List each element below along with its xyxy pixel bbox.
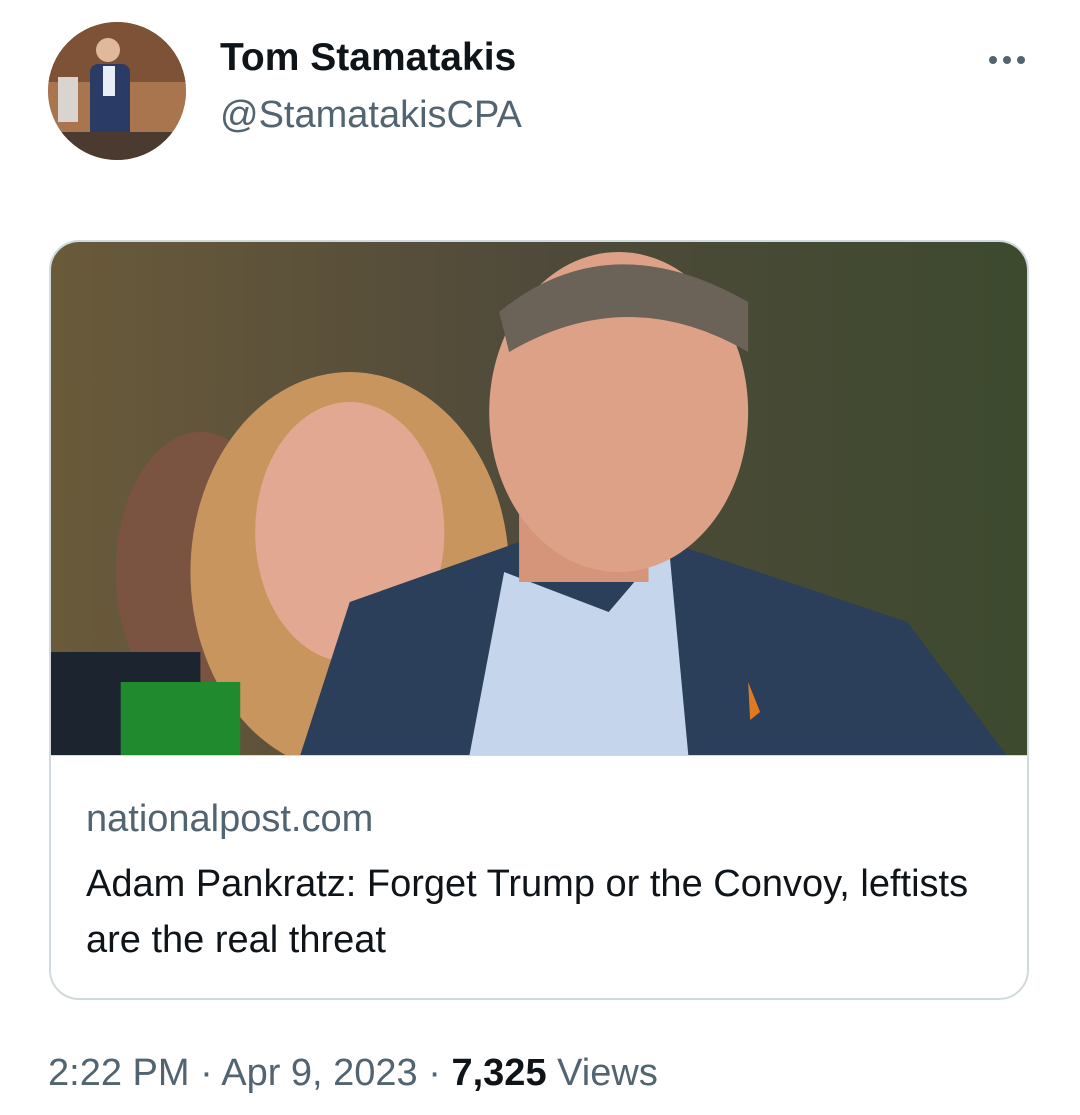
views-label[interactable]: Views <box>557 1052 658 1094</box>
news-photo <box>51 242 1027 756</box>
tweet-date[interactable]: Apr 9, 2023 <box>221 1052 417 1094</box>
avatar[interactable] <box>48 22 186 160</box>
card-divider <box>51 755 1027 756</box>
views-count[interactable]: 7,325 <box>451 1052 546 1094</box>
more-horizontal-icon <box>1017 56 1025 64</box>
link-preview-card[interactable]: nationalpost.com Adam Pankratz: Forget T… <box>49 240 1029 1000</box>
link-card-image <box>51 242 1027 756</box>
link-domain: nationalpost.com <box>86 798 374 840</box>
more-horizontal-icon <box>989 56 997 64</box>
more-horizontal-icon <box>1003 56 1011 64</box>
author-display-name[interactable]: Tom Stamatakis <box>220 36 516 80</box>
author-handle[interactable]: @StamatakisCPA <box>220 94 522 137</box>
meta-separator: · <box>200 1052 213 1094</box>
link-headline: Adam Pankratz: Forget Trump or the Convo… <box>86 863 969 961</box>
meta-separator: · <box>428 1052 441 1094</box>
tweet-time[interactable]: 2:22 PM <box>48 1052 190 1094</box>
tweet-meta: 2:22 PM · Apr 9, 2023 · 7,325 Views <box>48 1052 658 1095</box>
more-options-button[interactable] <box>980 40 1034 80</box>
profile-photo <box>48 22 186 160</box>
